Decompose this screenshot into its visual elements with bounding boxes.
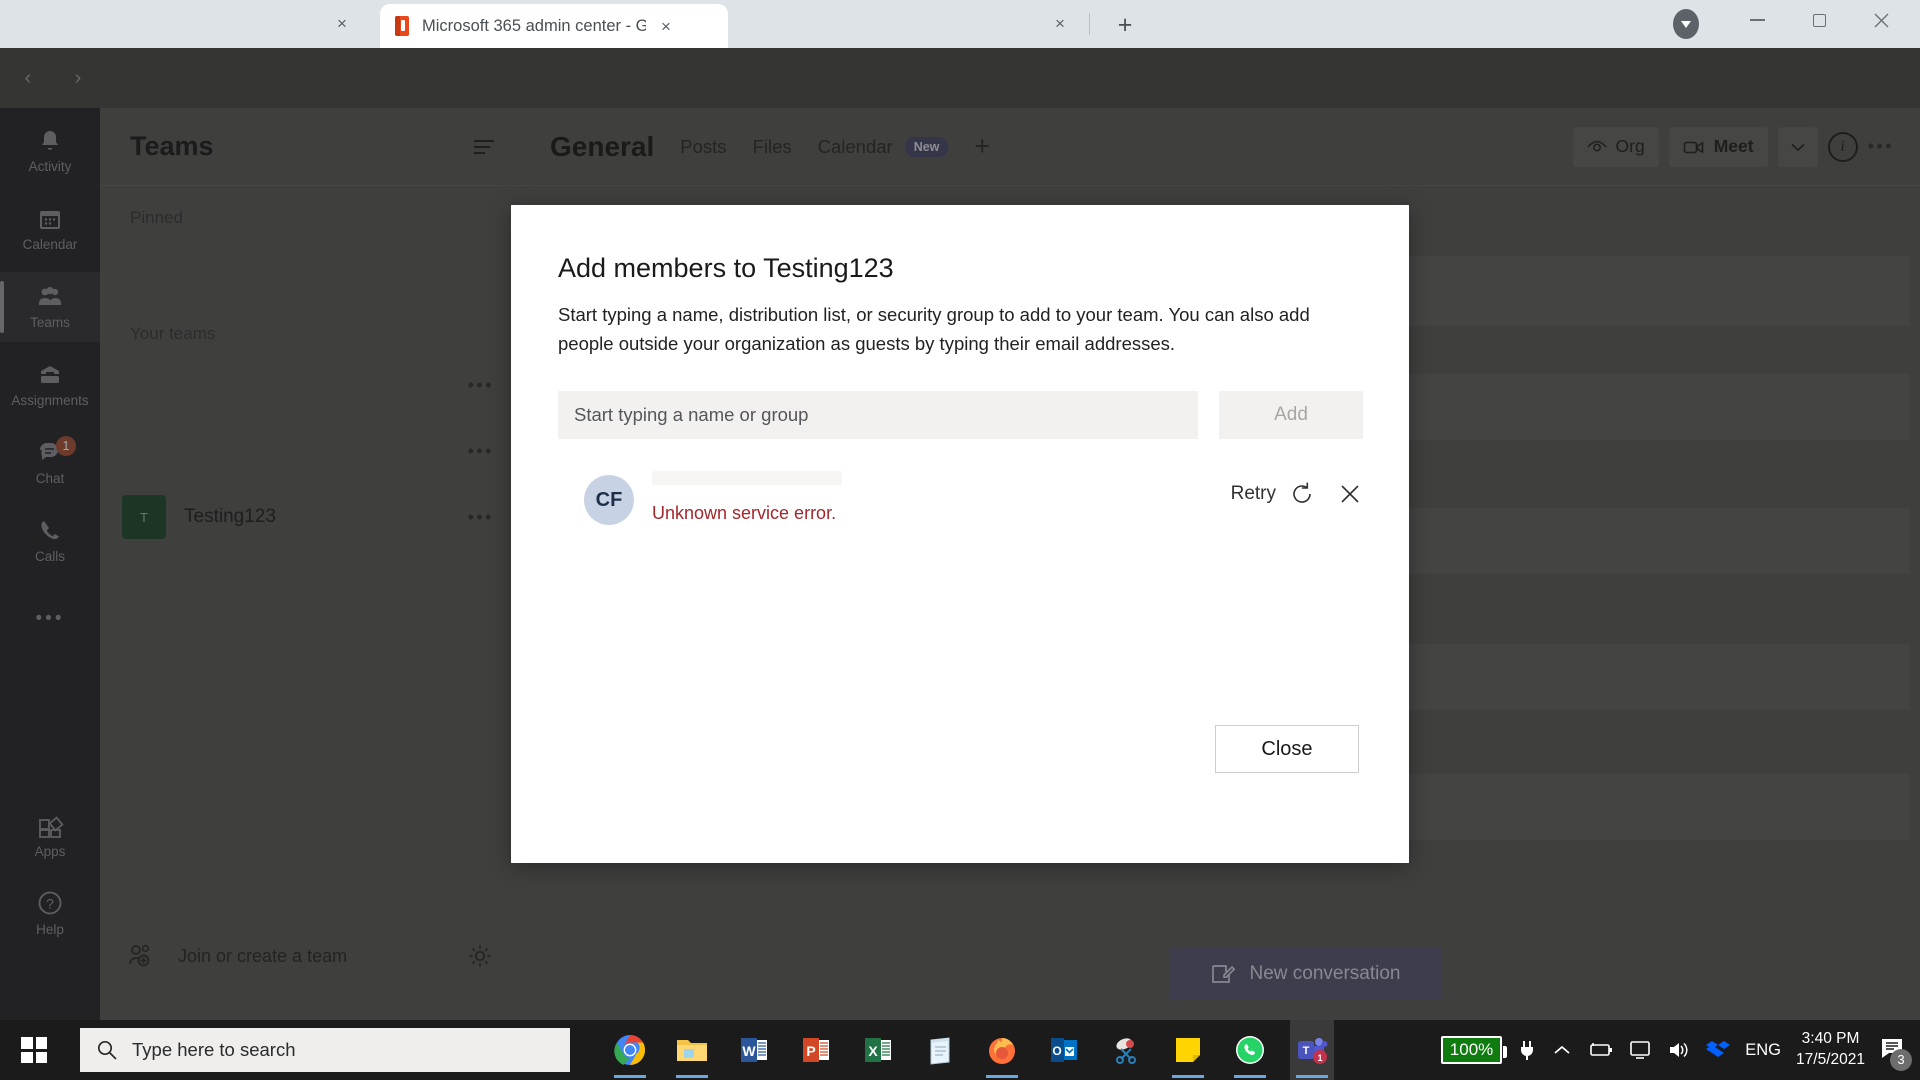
browser-close-button[interactable] bbox=[1850, 0, 1912, 40]
office-icon bbox=[392, 15, 412, 37]
close-button[interactable]: Close bbox=[1215, 725, 1359, 773]
teams-taskbar-badge: 1 bbox=[1317, 1053, 1322, 1063]
teams-icon[interactable]: T1 bbox=[1290, 1020, 1334, 1080]
member-search-input[interactable] bbox=[558, 391, 1198, 439]
member-entry-row: CF Unknown service error. Retry bbox=[558, 463, 1363, 539]
excel-icon[interactable]: X bbox=[856, 1020, 900, 1080]
taskbar-search-box[interactable]: Type here to search bbox=[80, 1028, 570, 1072]
svg-text:P: P bbox=[806, 1043, 815, 1059]
system-tray: 100% ENG 3:40 PM 17/5/2021 3 bbox=[1440, 1020, 1920, 1080]
browser-tab-title: Microsoft 365 admin center - Gro bbox=[422, 16, 646, 35]
add-members-dialog: Add members to Testing123 Start typing a… bbox=[511, 205, 1409, 863]
second-tab-close-button[interactable]: × bbox=[1050, 14, 1070, 34]
svg-text:T: T bbox=[1303, 1045, 1310, 1057]
chrome-icon[interactable] bbox=[608, 1020, 652, 1080]
svg-text:O: O bbox=[1052, 1044, 1061, 1058]
taskbar-app-icons: W P X O T 1 bbox=[608, 1020, 1334, 1080]
retry-label: Retry bbox=[1230, 483, 1276, 504]
browser-restore-button[interactable] bbox=[1788, 0, 1850, 40]
profile-dropdown-icon[interactable] bbox=[1673, 9, 1699, 39]
notification-count: 3 bbox=[1890, 1048, 1912, 1071]
battery-percent-badge[interactable]: 100% bbox=[1440, 1036, 1508, 1064]
windows-logo-icon bbox=[21, 1037, 47, 1063]
language-indicator[interactable]: ENG bbox=[1745, 1041, 1781, 1060]
windows-taskbar: Type here to search W P X O T 1 100% ENG… bbox=[0, 1020, 1920, 1080]
screen-root: × Microsoft 365 admin center - Gro × × +… bbox=[0, 0, 1920, 1080]
notepad-icon[interactable] bbox=[918, 1020, 962, 1080]
whatsapp-icon[interactable] bbox=[1228, 1020, 1272, 1080]
member-row-actions: Retry bbox=[1231, 481, 1363, 507]
word-icon[interactable]: W bbox=[732, 1020, 776, 1080]
refresh-icon bbox=[1293, 482, 1311, 503]
tab-separator bbox=[1089, 13, 1090, 35]
member-error-message: Unknown service error. bbox=[652, 503, 837, 523]
avatar: CF bbox=[584, 475, 634, 525]
start-button[interactable] bbox=[0, 1020, 68, 1080]
show-hidden-icons[interactable] bbox=[1552, 1043, 1572, 1057]
outlook-icon[interactable]: O bbox=[1042, 1020, 1086, 1080]
taskbar-search-placeholder: Type here to search bbox=[132, 1039, 296, 1060]
svg-text:W: W bbox=[742, 1043, 756, 1059]
retry-button[interactable]: Retry bbox=[1231, 481, 1315, 507]
volume-icon[interactable] bbox=[1667, 1040, 1691, 1060]
browser-tab-close-button[interactable]: × bbox=[656, 18, 676, 35]
clock-date: 17/5/2021 bbox=[1796, 1051, 1865, 1068]
new-tab-button[interactable]: + bbox=[1108, 10, 1142, 40]
battery-icon[interactable] bbox=[1587, 1041, 1613, 1059]
file-explorer-icon[interactable] bbox=[670, 1020, 714, 1080]
sticky-notes-icon[interactable] bbox=[1166, 1020, 1210, 1080]
notifications-button[interactable]: 3 bbox=[1880, 1036, 1912, 1071]
svg-text:X: X bbox=[868, 1043, 878, 1059]
power-plug-icon[interactable] bbox=[1517, 1039, 1537, 1061]
display-icon[interactable] bbox=[1628, 1040, 1652, 1060]
remove-member-button[interactable] bbox=[1337, 481, 1363, 507]
dialog-description: Start typing a name, distribution list, … bbox=[558, 304, 1310, 354]
dropbox-icon[interactable] bbox=[1706, 1040, 1731, 1060]
browser-minimize-button[interactable] bbox=[1726, 0, 1788, 40]
firefox-icon[interactable] bbox=[980, 1020, 1024, 1080]
background-tab-close-button[interactable]: × bbox=[332, 14, 352, 34]
add-button[interactable]: Add bbox=[1219, 391, 1363, 439]
member-name-placeholder bbox=[652, 471, 842, 485]
dialog-title: Add members to Testing123 bbox=[558, 253, 894, 283]
browser-tab-strip: × Microsoft 365 admin center - Gro × × + bbox=[0, 0, 1920, 48]
snipping-tool-icon[interactable] bbox=[1104, 1020, 1148, 1080]
clock[interactable]: 3:40 PM 17/5/2021 bbox=[1796, 1029, 1865, 1071]
close-icon bbox=[1341, 485, 1359, 503]
search-icon bbox=[97, 1040, 117, 1060]
browser-tab-active[interactable]: Microsoft 365 admin center - Gro × bbox=[380, 4, 728, 48]
clock-time: 3:40 PM bbox=[1801, 1030, 1860, 1048]
powerpoint-icon[interactable]: P bbox=[794, 1020, 838, 1080]
